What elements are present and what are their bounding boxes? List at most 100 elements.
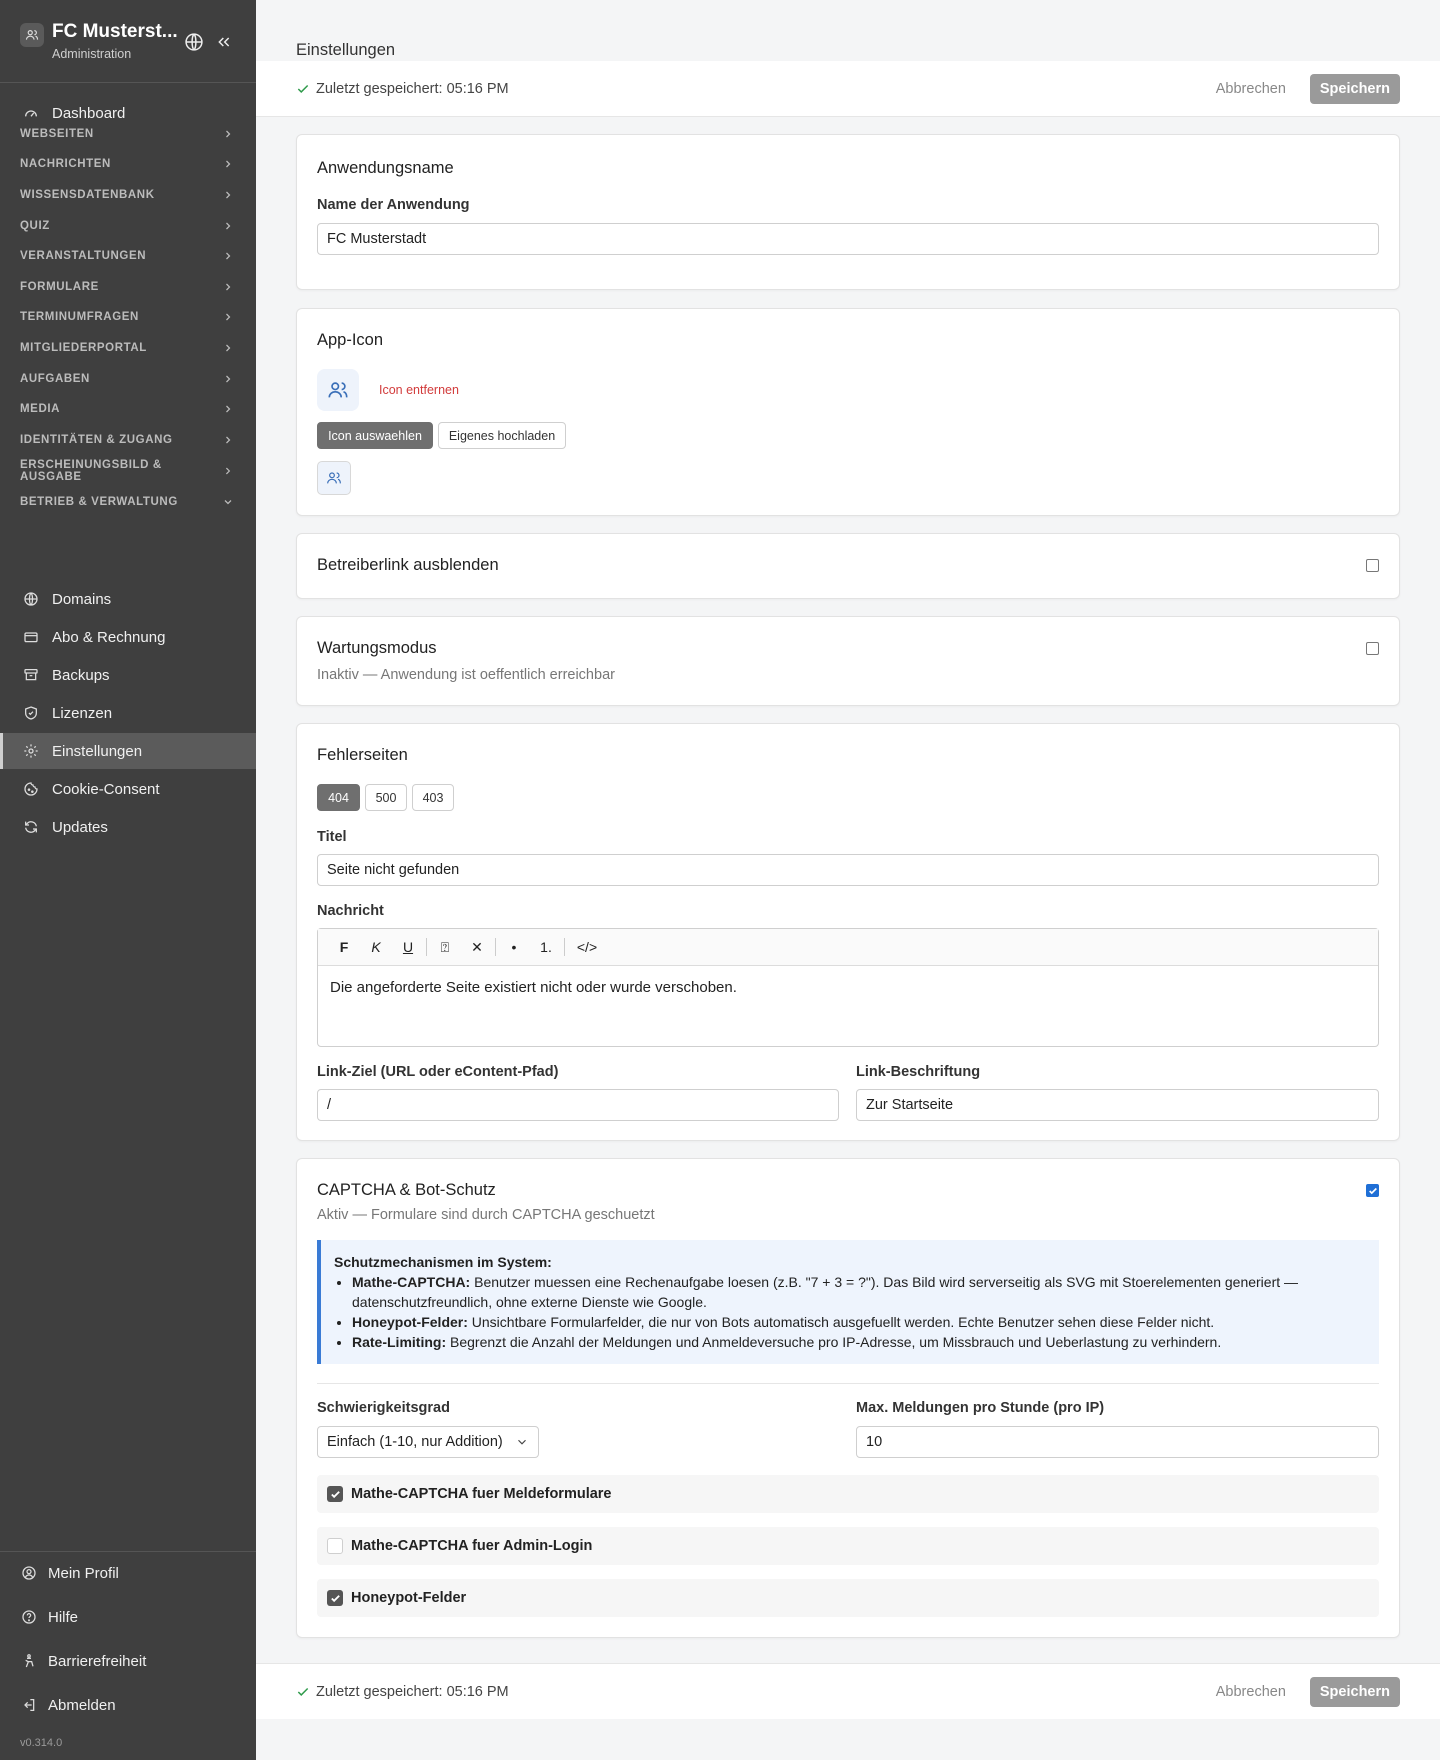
editor-content[interactable]: Die angeforderte Seite existiert nicht o… (318, 966, 1378, 1009)
sidebar-footer-item[interactable]: Abmelden (0, 1687, 256, 1723)
link-target-input[interactable]: / (317, 1089, 839, 1121)
chevron-right-icon (226, 130, 231, 138)
info-list: Mathe-CAPTCHA: Benutzer muessen eine Rec… (334, 1272, 1365, 1352)
sidebar-section-label: MITGLIEDERPORTAL (20, 342, 147, 354)
sidebar-section[interactable]: BETRIEB & VERWALTUNG (0, 487, 256, 517)
underline-button[interactable]: U (392, 934, 424, 960)
option-checkbox[interactable] (327, 1590, 343, 1606)
sidebar-section-label: WISSENSDATENBANK (20, 189, 155, 201)
error-title-input[interactable]: Seite nicht gefunden (317, 854, 1379, 886)
sidebar-header: FC Musterst... Administration (0, 0, 256, 83)
tab-404[interactable]: 404 (317, 784, 360, 811)
sidebar-section-label: VERANSTALTUNGEN (20, 250, 147, 262)
captcha-option-row[interactable]: Mathe-CAPTCHA fuer Meldeformulare (317, 1475, 1379, 1513)
captcha-option-row[interactable]: Mathe-CAPTCHA fuer Admin-Login (317, 1527, 1379, 1565)
sidebar-section[interactable]: WEBSEITEN (0, 119, 256, 149)
chevron-right-icon (226, 191, 231, 199)
app-logo-icon (20, 23, 44, 47)
upload-icon-button[interactable]: Eigenes hochladen (438, 422, 566, 449)
sidebar-section[interactable]: QUIZ (0, 211, 256, 241)
collapse-sidebar-button[interactable] (212, 30, 236, 54)
captcha-option-row[interactable]: Honeypot-Felder (317, 1579, 1379, 1617)
sidebar-section[interactable]: WISSENSDATENBANK (0, 180, 256, 210)
sidebar-section-label: IDENTITÄTEN & ZUGANG (20, 434, 173, 446)
card-title: CAPTCHA & Bot-Schutz (317, 1181, 496, 1199)
sidebar-section[interactable]: MEDIA (0, 394, 256, 424)
bullet-list-button[interactable]: • (498, 934, 530, 960)
chevron-right-icon (226, 375, 231, 383)
captcha-checkbox[interactable] (1366, 1184, 1379, 1197)
sidebar-item[interactable]: Einstellungen (0, 733, 256, 769)
sidebar-item[interactable]: Backups (0, 657, 256, 693)
card-title: Anwendungsname (317, 159, 454, 177)
sidebar-section[interactable]: TERMINUMFRAGEN (0, 302, 256, 332)
difficulty-label: Schwierigkeitsgrad (317, 1400, 450, 1416)
error-message-label: Nachricht (317, 903, 384, 919)
bold-button[interactable]: F (328, 934, 360, 960)
save-button[interactable]: Speichern (1309, 1676, 1400, 1707)
chevron-right-icon (226, 405, 231, 413)
sidebar-footer-item[interactable]: Mein Profil (0, 1555, 256, 1591)
info-term: Mathe-CAPTCHA: (352, 1274, 471, 1290)
info-list-item: Mathe-CAPTCHA: Benutzer muessen eine Rec… (352, 1272, 1365, 1312)
code-button[interactable]: </> (567, 934, 607, 960)
sidebar-item[interactable]: Cookie-Consent (0, 771, 256, 807)
sidebar-section[interactable]: MITGLIEDERPORTAL (0, 333, 256, 363)
link-button[interactable]: ⍰ (429, 934, 461, 960)
clear-format-button[interactable]: ✕ (461, 934, 493, 960)
language-button[interactable] (182, 30, 206, 54)
save-button[interactable]: Speichern (1309, 73, 1400, 104)
option-label: Honeypot-Felder (351, 1590, 467, 1606)
info-text: Unsichtbare Formularfelder, die nur von … (467, 1314, 1215, 1330)
max-messages-input[interactable]: 10 (856, 1426, 1379, 1458)
sidebar-section[interactable]: NACHRICHTEN (0, 149, 256, 179)
sidebar-section-label: MEDIA (20, 403, 61, 415)
toolbar-separator (495, 938, 496, 956)
saved-status: Zuletzt gespeichert: 05:16 PM (296, 1684, 509, 1700)
chevrons-left-icon (218, 37, 230, 47)
max-messages-label: Max. Meldungen pro Stunde (pro IP) (856, 1400, 1105, 1416)
app-name-input[interactable]: FC Musterstadt (317, 223, 1379, 255)
rich-text-editor[interactable]: F K U ⍰ ✕ • 1. </> Die angeforderte Seit… (317, 928, 1379, 1047)
link-caption-input[interactable]: Zur Startseite (856, 1089, 1379, 1121)
check-icon (330, 1490, 340, 1498)
user-icon (22, 1566, 36, 1580)
icon-option[interactable] (317, 461, 351, 495)
option-checkbox[interactable] (327, 1486, 343, 1502)
protection-info-box: Schutzmechanismen im System: Mathe-CAPTC… (317, 1240, 1379, 1364)
sidebar-section[interactable]: IDENTITÄTEN & ZUGANG (0, 425, 256, 455)
tab-403[interactable]: 403 (412, 784, 454, 811)
sidebar-item[interactable]: Abo & Rechnung (0, 619, 256, 655)
ordered-list-button[interactable]: 1. (530, 934, 562, 960)
toolbar-separator (426, 938, 427, 956)
sidebar-section[interactable]: VERANSTALTUNGEN (0, 241, 256, 271)
sidebar-footer-item[interactable]: Barrierefreiheit (0, 1643, 256, 1679)
italic-button[interactable]: K (360, 934, 392, 960)
card-application-name: Anwendungsname Name der Anwendung FC Mus… (296, 134, 1400, 290)
choose-icon-button[interactable]: Icon auswaehlen (317, 422, 433, 449)
card-title: App-Icon (317, 331, 384, 349)
cancel-button[interactable]: Abbrechen (1208, 75, 1294, 103)
sidebar-section[interactable]: AUFGABEN (0, 364, 256, 394)
cookie-icon (24, 782, 38, 796)
check-icon (296, 1685, 310, 1699)
divider (317, 1383, 1379, 1384)
option-checkbox[interactable] (327, 1538, 343, 1554)
sidebar-item[interactable]: Lizenzen (0, 695, 256, 731)
remove-icon-link[interactable]: Icon entfernen (379, 383, 459, 397)
tab-500[interactable]: 500 (365, 784, 407, 811)
difficulty-select[interactable]: Einfach (1-10, nur Addition) (317, 1426, 539, 1458)
page-title: Einstellungen (296, 41, 396, 59)
sidebar-item[interactable]: Domains (0, 581, 256, 617)
sidebar-section[interactable]: ERSCHEINUNGSBILD & AUSGABE (0, 456, 256, 486)
maintenance-checkbox[interactable] (1366, 642, 1379, 655)
sidebar-section-label: WEBSEITEN (20, 128, 94, 140)
sidebar-section-label: TERMINUMFRAGEN (20, 311, 139, 323)
check-icon (296, 82, 310, 96)
sidebar-footer-item[interactable]: Hilfe (0, 1599, 256, 1635)
operator-link-checkbox[interactable] (1366, 559, 1379, 572)
sidebar-item-label: Cookie-Consent (52, 780, 160, 798)
sidebar-item[interactable]: Updates (0, 809, 256, 845)
sidebar-section[interactable]: FORMULARE (0, 272, 256, 302)
cancel-button[interactable]: Abbrechen (1208, 1678, 1294, 1706)
